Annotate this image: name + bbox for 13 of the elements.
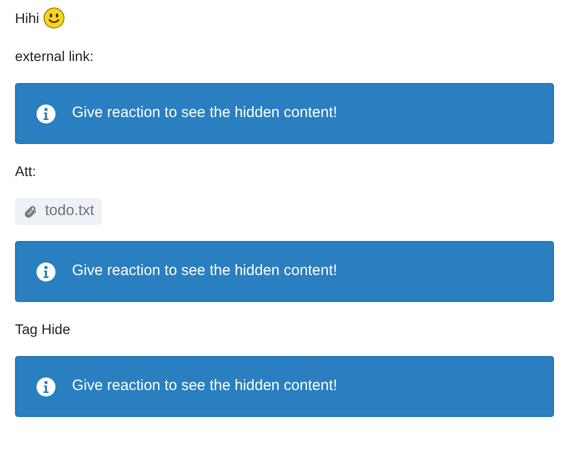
greeting-text: Hihi [15,8,40,28]
label-text: Att: [15,162,36,180]
info-icon [36,104,56,124]
paperclip-icon [23,204,37,218]
smiley-icon [43,7,66,29]
attachment-link[interactable]: todo.txt [15,198,102,225]
notice-text: Give reaction to see the hidden content! [72,261,338,282]
label-text: external link: [15,46,94,66]
info-icon [36,262,56,282]
label-text: Tag Hide [15,320,70,339]
notice-text: Give reaction to see the hidden content! [72,103,338,124]
info-icon [36,376,56,396]
notice-text: Give reaction to see the hidden content! [72,376,338,396]
